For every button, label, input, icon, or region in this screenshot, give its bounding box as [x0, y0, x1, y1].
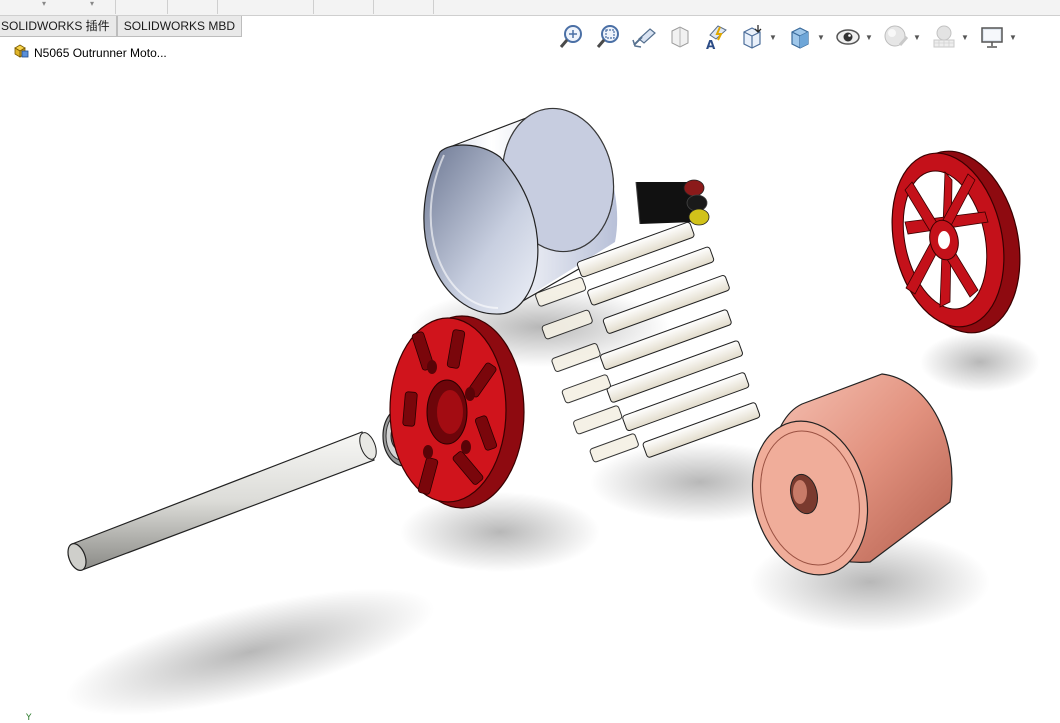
section-view-icon[interactable]: [664, 21, 696, 53]
toolbar-separator: [167, 0, 168, 14]
triad-y-axis-label: Y: [26, 713, 32, 723]
assembly-name: N5065 Outrunner Moto...: [34, 46, 167, 60]
tab-solidworks-addins[interactable]: SOLIDWORKS 插件: [0, 16, 117, 37]
toolbar-separator: [433, 0, 434, 14]
toolbar-separator: [313, 0, 314, 14]
assembly-icon: [12, 43, 30, 64]
hide-show-items-icon[interactable]: [832, 21, 864, 53]
motor-shaft[interactable]: [65, 430, 380, 573]
feature-tree-root[interactable]: N5065 Outrunner Moto...: [12, 44, 167, 62]
chevron-down-icon[interactable]: ▼: [1008, 21, 1018, 53]
zoom-to-fit-icon[interactable]: [556, 21, 588, 53]
chevron-down-icon[interactable]: ▼: [864, 21, 874, 53]
view-settings-icon[interactable]: [976, 21, 1008, 53]
toolbar-separator: [217, 0, 218, 14]
chevron-down-icon[interactable]: ▼: [960, 21, 970, 53]
toolbar-separator: [115, 0, 116, 14]
tab-solidworks-mbd[interactable]: SOLIDWORKS MBD: [116, 16, 243, 37]
zoom-to-area-icon[interactable]: [592, 21, 624, 53]
chevron-down-icon[interactable]: ▼: [768, 21, 778, 53]
chevron-down-icon[interactable]: ▼: [912, 21, 922, 53]
solidworks-window: ▾ ▾ SOLIDWORKS 插件 SOLIDWORKS MBD N5065 O…: [0, 0, 1060, 723]
front-end-bell[interactable]: [389, 315, 525, 509]
rotor-can[interactable]: [423, 100, 625, 315]
chevron-down-icon[interactable]: ▾: [90, 0, 94, 8]
chevron-down-icon[interactable]: ▾: [42, 0, 46, 8]
previous-view-icon[interactable]: [628, 21, 660, 53]
motor-leads[interactable]: [635, 179, 710, 226]
view-orientation-icon[interactable]: [736, 21, 768, 53]
display-style-icon[interactable]: [784, 21, 816, 53]
dynamic-annotation-views-icon[interactable]: A: [700, 21, 732, 53]
apply-scene-icon[interactable]: [928, 21, 960, 53]
command-manager-tabs: SOLIDWORKS 插件 SOLIDWORKS MBD: [0, 16, 243, 37]
chevron-down-icon[interactable]: ▼: [816, 21, 826, 53]
heads-up-view-toolbar: A ▼ ▼ ▼ ▼ ▼ ▼: [556, 20, 1024, 54]
rear-end-bell[interactable]: [877, 140, 1036, 344]
edit-appearance-icon[interactable]: [880, 21, 912, 53]
graphics-area[interactable]: [0, 62, 1060, 723]
toolbar-separator: [373, 0, 374, 14]
command-manager-strip: ▾ ▾: [0, 0, 1060, 16]
svg-text:A: A: [706, 38, 716, 51]
